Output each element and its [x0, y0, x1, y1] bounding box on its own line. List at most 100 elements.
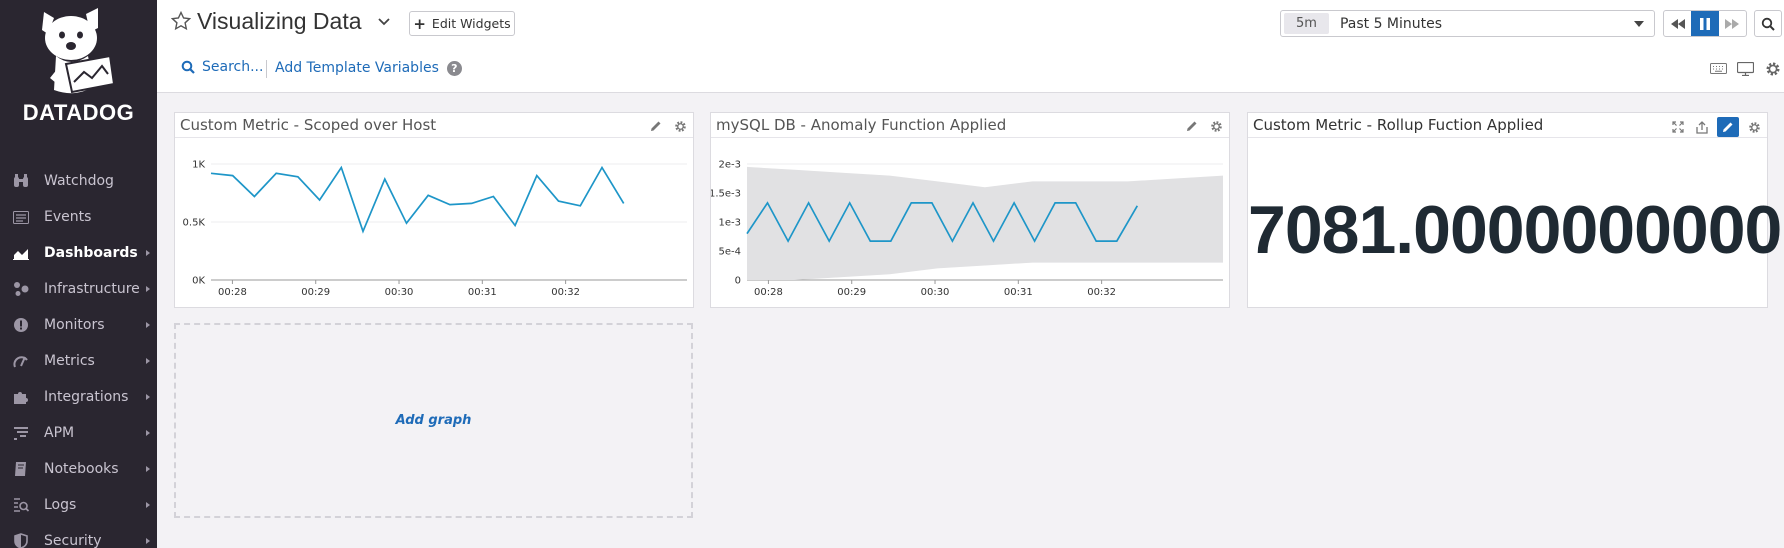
caret-right-icon — [146, 286, 150, 292]
sidebar-item-monitors[interactable]: Monitors — [0, 307, 157, 343]
events-icon — [12, 208, 30, 226]
security-icon — [12, 532, 30, 548]
sidebar-item-apm[interactable]: APM — [0, 415, 157, 451]
sidebar-item-security[interactable]: Security — [0, 523, 157, 548]
widget-title: Custom Metric - Scoped over Host — [180, 116, 437, 134]
sidebar-item-label: Events — [44, 209, 92, 225]
rewind-icon — [1670, 18, 1685, 29]
sidebar-item-notebooks[interactable]: Notebooks — [0, 451, 157, 487]
caret-right-icon — [146, 358, 150, 364]
fast-forward-button[interactable] — [1719, 11, 1746, 36]
time-controls — [1663, 10, 1747, 37]
x-tick-label: 00:30 — [385, 287, 414, 298]
caret-right-icon — [146, 538, 150, 544]
integrations-icon — [12, 388, 30, 406]
gear-icon[interactable] — [1765, 61, 1781, 77]
y-tick-label: 0K — [192, 276, 205, 287]
monitors-icon — [12, 316, 30, 334]
sidebar-item-integrations[interactable]: Integrations — [0, 379, 157, 415]
caret-down-icon — [1634, 20, 1644, 27]
add-template-variables-link[interactable]: Add Template Variables ? — [275, 60, 462, 76]
caret-right-icon — [146, 502, 150, 508]
sidebar-item-label: Integrations — [44, 389, 129, 405]
widget-rollup-value[interactable]: Custom Metric - Rollup Fuction Applied 7… — [1247, 112, 1782, 308]
rewind-button[interactable] — [1664, 11, 1691, 36]
search-button[interactable] — [1754, 10, 1782, 37]
x-tick-label: 00:30 — [921, 287, 950, 298]
y-tick-label: 1.5e-3 — [711, 189, 741, 200]
edit-widget-button[interactable] — [647, 117, 665, 135]
timeframe-selector[interactable]: 5m Past 5 Minutes — [1280, 10, 1655, 37]
caret-right-icon — [146, 466, 150, 472]
x-tick-label: 00:28 — [218, 287, 247, 298]
sidebar-item-infrastructure[interactable]: Infrastructure — [0, 271, 157, 307]
plus-icon: + — [413, 14, 426, 33]
sidebar-item-logs[interactable]: Logs — [0, 487, 157, 523]
sidebar-item-events[interactable]: Events — [0, 199, 157, 235]
timeframe-label: Past 5 Minutes — [1339, 15, 1443, 32]
edit-widgets-button[interactable]: + Edit Widgets — [409, 11, 515, 36]
edit-widget-button[interactable] — [1183, 117, 1201, 135]
sidebar-item-label: Security — [44, 533, 102, 548]
sidebar-item-metrics[interactable]: Metrics — [0, 343, 157, 379]
caret-right-icon — [146, 394, 150, 400]
pause-icon — [1699, 17, 1710, 30]
star-icon[interactable] — [171, 11, 191, 31]
help-icon[interactable]: ? — [446, 60, 462, 76]
sidebar-item-watchdog[interactable]: Watchdog — [0, 163, 157, 199]
expand-icon — [1672, 121, 1684, 133]
add-graph-label: Add graph — [395, 413, 472, 428]
widget-custom-metric-host[interactable]: Custom Metric - Scoped over Host 1K 0.5K 0… — [174, 112, 694, 308]
keyboard-icon[interactable] — [1710, 63, 1727, 74]
gear-icon — [1210, 120, 1222, 132]
x-tick-label: 00:32 — [551, 287, 580, 298]
sidebar-item-label: Watchdog — [44, 173, 114, 189]
y-tick-label: 0.5K — [183, 218, 206, 229]
add-graph-placeholder[interactable]: Add graph — [174, 323, 693, 518]
page-title: Visualizing Data — [197, 8, 362, 34]
timeframe-short: 5m — [1284, 13, 1329, 34]
sidebar-item-label: Monitors — [44, 317, 105, 333]
sidebar-item-label: APM — [44, 425, 75, 441]
sidebar-item-label: Dashboards — [44, 245, 138, 261]
dashboards-icon — [12, 244, 30, 262]
chevron-down-icon[interactable] — [377, 17, 391, 27]
share-button[interactable] — [1693, 118, 1711, 136]
y-tick-label: 1e-3 — [719, 218, 742, 229]
fullscreen-button[interactable] — [1669, 118, 1687, 136]
fast-forward-icon — [1725, 18, 1740, 29]
pencil-icon — [1187, 121, 1197, 131]
tv-mode-icon[interactable] — [1737, 62, 1754, 76]
logs-icon — [12, 496, 30, 514]
sidebar-item-label: Logs — [44, 497, 77, 513]
pause-button[interactable] — [1691, 11, 1719, 36]
y-tick-label: 0 — [735, 276, 741, 287]
sidebar-item-label: Metrics — [44, 353, 95, 369]
datadog-logo[interactable]: DATADOG — [0, 0, 157, 135]
infrastructure-icon — [12, 280, 30, 298]
y-tick-label: 5e-4 — [719, 247, 742, 258]
widget-title: mySQL DB - Anomaly Function Applied — [716, 116, 1007, 134]
edit-widget-button[interactable] — [1717, 117, 1739, 137]
x-tick-label: 00:28 — [754, 287, 783, 298]
dashboard-header: Visualizing Data + Edit Widgets Search..… — [157, 0, 1784, 93]
notebooks-icon — [12, 460, 30, 478]
sidebar-item-label: Notebooks — [44, 461, 119, 477]
share-icon — [1696, 120, 1708, 134]
sidebar: DATADOG Watchdog Events Dashboards Infrastr… — [0, 0, 157, 548]
sidebar-item-dashboards[interactable]: Dashboards — [0, 235, 157, 271]
binoculars-icon — [12, 172, 30, 190]
anomaly-band — [747, 166, 1223, 280]
widget-settings-button[interactable] — [1207, 117, 1225, 135]
y-tick-label: 2e-3 — [719, 160, 742, 171]
widget-mysql-anomaly[interactable]: mySQL DB - Anomaly Function Applied 2e-3… — [710, 112, 1230, 308]
search-link[interactable]: Search... — [181, 59, 263, 75]
line-chart: 1K 0.5K 0K 00:28 00:29 00:30 00:31 00:32 — [183, 160, 687, 298]
search-label: Search... — [202, 59, 264, 75]
caret-right-icon — [146, 322, 150, 328]
pencil-icon — [651, 121, 661, 131]
gear-icon — [674, 120, 686, 132]
widget-settings-button[interactable] — [1745, 118, 1763, 136]
widget-settings-button[interactable] — [671, 117, 689, 135]
search-icon — [1761, 17, 1775, 31]
